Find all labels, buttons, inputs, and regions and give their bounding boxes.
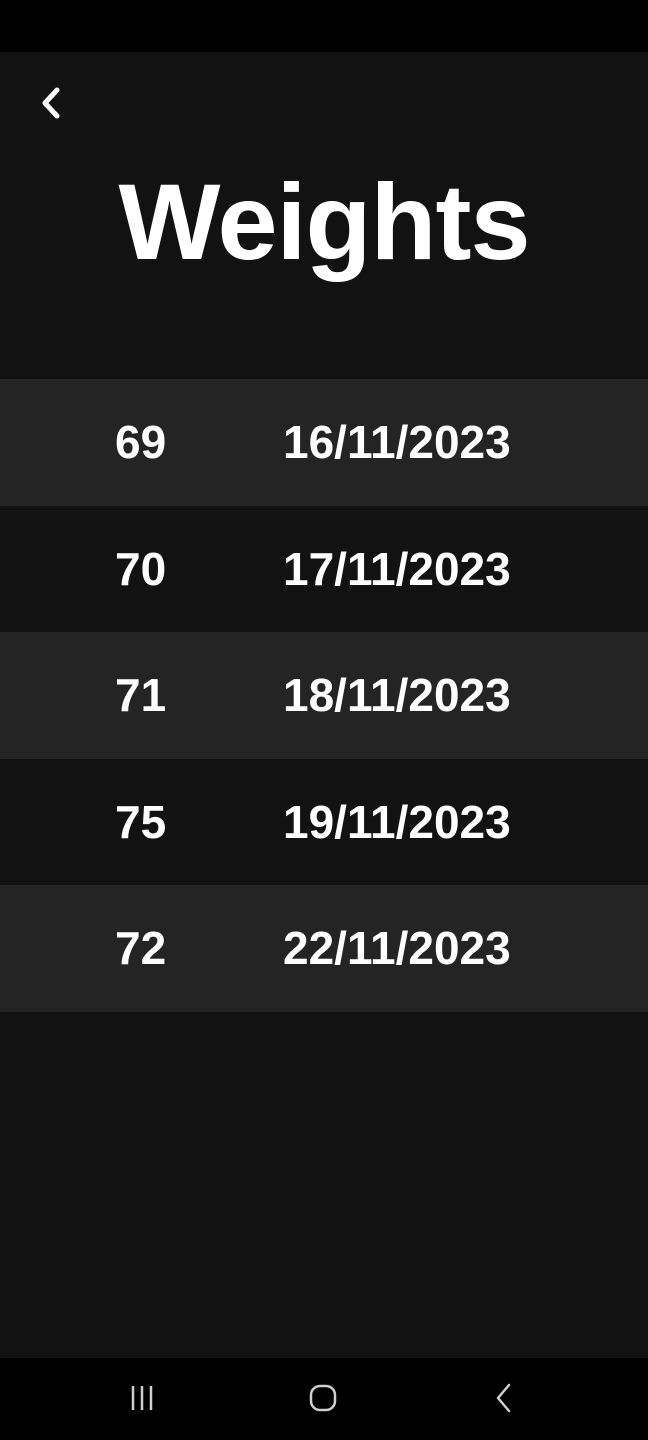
- back-icon: [496, 1383, 511, 1413]
- page-title: Weights: [118, 161, 530, 282]
- weight-date: 18/11/2023: [283, 669, 511, 721]
- home-icon: [309, 1384, 337, 1412]
- recent-apps-button[interactable]: [120, 1376, 164, 1420]
- recent-apps-icon: [131, 1386, 153, 1410]
- weight-date: 16/11/2023: [283, 416, 511, 468]
- weight-row[interactable]: 75 19/11/2023: [0, 758, 648, 885]
- weight-value: 70: [115, 542, 167, 595]
- weight-row[interactable]: 70 17/11/2023: [0, 505, 648, 632]
- home-button[interactable]: [301, 1376, 345, 1420]
- chevron-left-icon: [42, 87, 60, 119]
- weight-value: 69: [115, 416, 167, 468]
- weight-value: 72: [115, 922, 167, 974]
- weight-row[interactable]: 72 22/11/2023: [0, 885, 648, 1012]
- weights-list: 69 16/11/2023 70 17/11/2023 71 18/11/202…: [0, 379, 648, 1012]
- status-bar: [0, 0, 648, 52]
- weight-date: 19/11/2023: [283, 795, 511, 848]
- system-back-button[interactable]: [482, 1376, 526, 1420]
- weight-row[interactable]: 71 18/11/2023: [0, 632, 648, 759]
- weight-date: 22/11/2023: [283, 922, 511, 974]
- weight-row[interactable]: 69 16/11/2023: [0, 379, 648, 506]
- weight-value: 71: [115, 669, 167, 721]
- app-screen: Weights 69 16/11/2023 70 17/11/2023 71 1…: [0, 52, 648, 1358]
- weight-value: 75: [115, 795, 167, 848]
- back-button[interactable]: [26, 78, 76, 128]
- navigation-bar: [0, 1358, 648, 1440]
- weight-date: 17/11/2023: [283, 542, 511, 595]
